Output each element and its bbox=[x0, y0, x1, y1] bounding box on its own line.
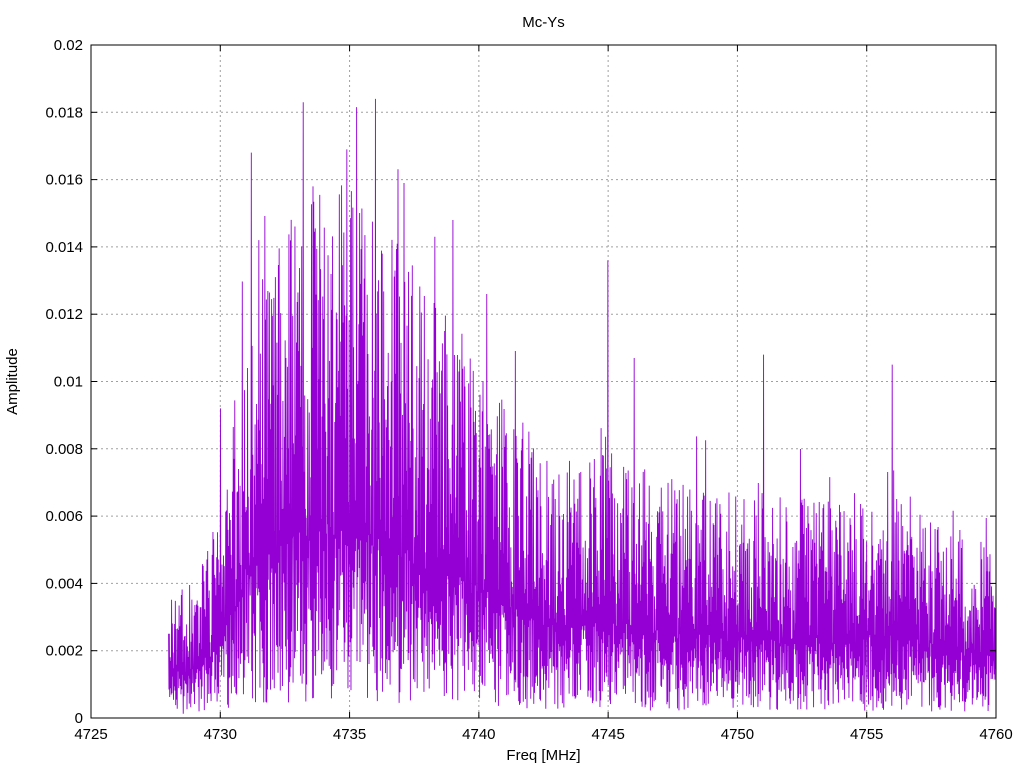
y-tick-label: 0.018 bbox=[45, 104, 83, 121]
x-tick-label: 4745 bbox=[591, 726, 624, 743]
x-axis-title: Freq [MHz] bbox=[506, 747, 580, 764]
y-tick-label: 0.01 bbox=[54, 374, 83, 391]
x-tick-label: 4730 bbox=[204, 726, 237, 743]
chart: 4725 4730 4735 4740 4745 4750 4755 4760 0 0.002 0.… bbox=[0, 0, 1024, 768]
y-tick-label: 0.02 bbox=[54, 37, 83, 54]
y-tick-label: 0.008 bbox=[45, 441, 83, 458]
y-axis-title: Amplitude bbox=[4, 348, 21, 415]
y-tick-label: 0.012 bbox=[45, 306, 83, 323]
y-tick-label: 0.004 bbox=[45, 575, 83, 592]
x-tick-label: 4760 bbox=[979, 726, 1012, 743]
y-tick-label: 0.006 bbox=[45, 508, 83, 525]
x-tick-label: 4740 bbox=[462, 726, 495, 743]
x-tick-label: 4755 bbox=[850, 726, 883, 743]
x-tick-label: 4735 bbox=[333, 726, 366, 743]
y-tick-label: 0.014 bbox=[45, 239, 83, 256]
x-tick-label: 4725 bbox=[74, 726, 107, 743]
y-tick-label: 0 bbox=[75, 710, 83, 727]
y-tick-label: 0.002 bbox=[45, 643, 83, 660]
y-tick-label: 0.016 bbox=[45, 172, 83, 189]
x-tick-label: 4750 bbox=[721, 726, 754, 743]
chart-title: Mc-Ys bbox=[522, 14, 565, 31]
